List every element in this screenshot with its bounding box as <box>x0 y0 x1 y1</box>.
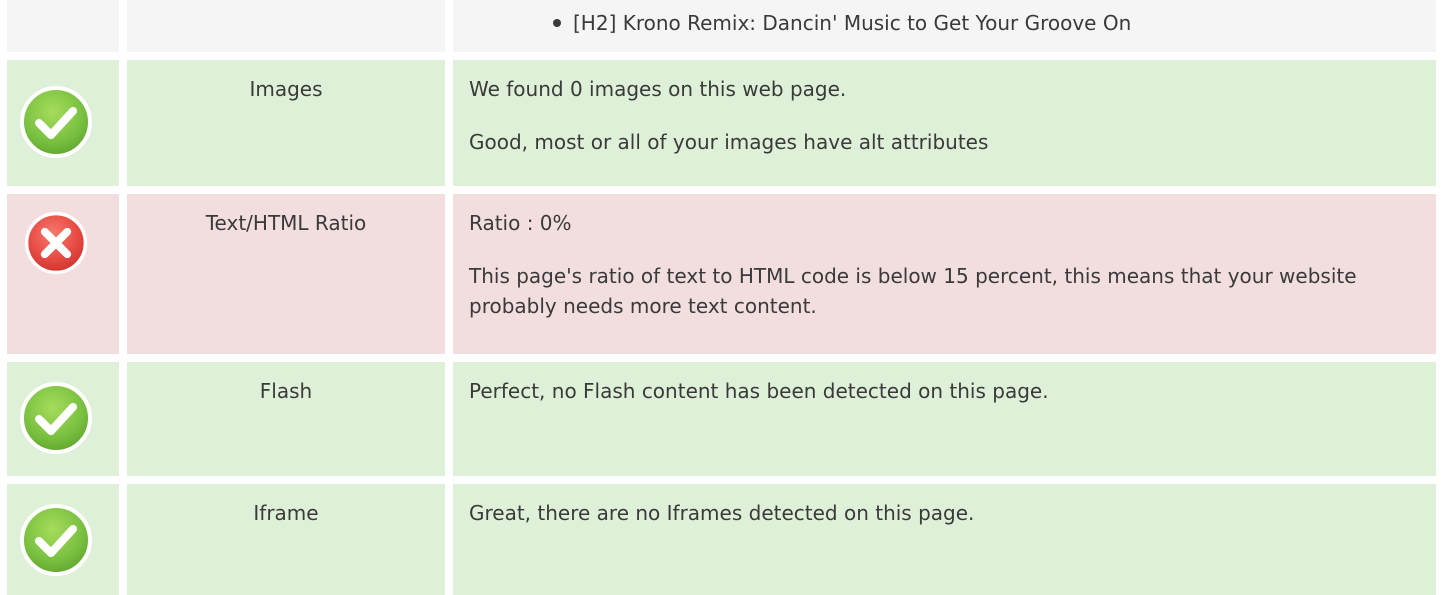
flash-label: Flash <box>259 379 313 403</box>
images-label-cell: Images <box>127 60 445 186</box>
iframe-status-cell <box>7 484 119 595</box>
headings-row: [H2] Krono Remix: Dancin' Music to Get Y… <box>0 0 1443 52</box>
check-circle-icon <box>20 504 92 576</box>
flash-label-cell: Flash <box>127 362 445 476</box>
iframe-description-text: Great, there are no Iframes detected on … <box>469 501 975 525</box>
iframe-row: Iframe Great, there are no Iframes detec… <box>0 484 1443 595</box>
heading-list-item: [H2] Krono Remix: Dancin' Music to Get Y… <box>553 8 1416 38</box>
check-circle-icon <box>20 86 92 158</box>
flash-status-cell <box>7 362 119 476</box>
ratio-label: Text/HTML Ratio <box>205 211 367 235</box>
text-html-ratio-row: Text/HTML Ratio Ratio : 0% This page's r… <box>0 194 1443 354</box>
iframe-label-cell: Iframe <box>127 484 445 595</box>
ratio-value-cell: Ratio : 0% This page's ratio of text to … <box>453 194 1436 354</box>
headings-icon-cell <box>7 0 119 52</box>
seo-report-table: [H2] Krono Remix: Dancin' Music to Get Y… <box>0 0 1443 595</box>
headings-label-cell <box>127 0 445 52</box>
images-status-cell <box>7 60 119 186</box>
ratio-label-cell: Text/HTML Ratio <box>127 194 445 354</box>
ratio-status-cell <box>7 194 119 354</box>
headings-value-cell: [H2] Krono Remix: Dancin' Music to Get Y… <box>453 0 1436 52</box>
images-alt-text: Good, most or all of your images have al… <box>469 130 989 154</box>
images-label: Images <box>249 77 323 101</box>
images-count-text: We found 0 images on this web page. <box>469 77 847 101</box>
cross-circle-icon <box>24 211 88 275</box>
ratio-description-text: This page's ratio of text to HTML code i… <box>469 264 1357 318</box>
iframe-label: Iframe <box>253 501 319 525</box>
flash-description-text: Perfect, no Flash content has been detec… <box>469 379 1049 403</box>
ratio-value-text: Ratio : 0% <box>469 211 572 235</box>
images-row: Images We found 0 images on this web pag… <box>0 60 1443 186</box>
flash-value-cell: Perfect, no Flash content has been detec… <box>453 362 1436 476</box>
images-value-cell: We found 0 images on this web page. Good… <box>453 60 1436 186</box>
iframe-value-cell: Great, there are no Iframes detected on … <box>453 484 1436 595</box>
flash-row: Flash Perfect, no Flash content has been… <box>0 362 1443 476</box>
headings-list: [H2] Krono Remix: Dancin' Music to Get Y… <box>469 0 1416 38</box>
check-circle-icon <box>20 382 92 454</box>
